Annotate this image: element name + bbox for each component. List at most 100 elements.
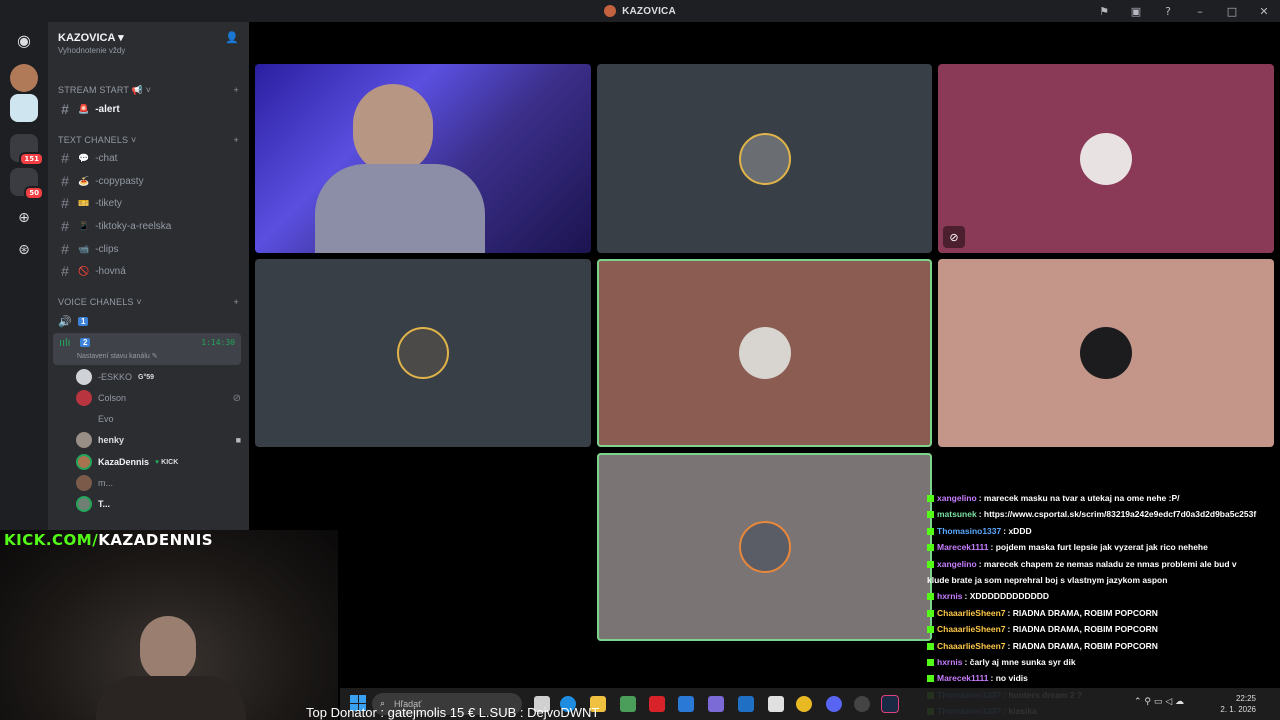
kick-badge-icon [927, 609, 934, 617]
mail-icon[interactable] [738, 696, 754, 712]
voice-channel-1[interactable]: 🔊 1 [53, 311, 241, 331]
voice-timer: 1:14:30 [201, 338, 235, 347]
voice-user-name: T... [98, 499, 111, 509]
hash-icon: # [61, 195, 69, 211]
voice-user-name: KazaDennis [98, 457, 150, 467]
channel-label: -tiktoky-a-reelska [95, 220, 172, 232]
video-tile-user[interactable] [938, 259, 1274, 447]
chat-username: Thomasino1337 [937, 525, 1002, 536]
office-icon[interactable] [708, 696, 724, 712]
channel-chat[interactable]: # 💬 -chat [53, 148, 241, 168]
channel-label: -hovná [95, 265, 126, 277]
chat-message: ChaaarlieSheen7: RIADNA DRAMA, ROBIM POP… [927, 605, 1280, 621]
channel-alert[interactable]: # 🚨 -alert [53, 99, 241, 119]
server-folder-2[interactable]: 50 [10, 168, 44, 200]
channel-clips[interactable]: # 📹 -clips [53, 239, 241, 259]
minimize-button[interactable]: – [1184, 5, 1216, 18]
video-tile-user-speaking[interactable] [597, 453, 932, 641]
add-channel-icon[interactable]: + [234, 135, 239, 145]
chrome-icon[interactable] [796, 696, 812, 712]
video-tile-user[interactable] [597, 64, 932, 253]
channel-tiktoky[interactable]: # 📱 -tiktoky-a-reelska [53, 216, 241, 236]
category-voice[interactable]: VOICE CHANELS ˅ + [58, 297, 239, 307]
voice-user-6[interactable]: T... [76, 494, 241, 514]
close-button[interactable]: ✕ [1248, 5, 1280, 18]
category-stream-start[interactable]: STREAM START 📢 ˅ + [58, 85, 239, 96]
hash-icon: # [61, 101, 69, 117]
chat-username: hxrnis [937, 591, 963, 602]
video-tile-user-speaking[interactable] [597, 259, 932, 447]
chat-message: matsunek: https://www.csportal.sk/scrim/… [927, 506, 1280, 522]
channel-sidebar: KAZOVICA ▾ 👤 Vyhodnotenie vždy STREAM ST… [48, 22, 249, 530]
discord-home-icon[interactable]: ◉ [10, 26, 38, 54]
kick-badge-icon [927, 511, 934, 519]
kick-badge-icon [927, 675, 934, 683]
channel-status-text: Nastavení stavu kanálu [77, 353, 150, 360]
server-rail: ◉ 151 50 ⊕ ⊛ [0, 22, 48, 530]
kick-badge-icon [927, 560, 934, 568]
voice-user-5[interactable]: m... [76, 473, 241, 493]
taskbar-clock[interactable]: 22:25 2. 1. 2026 [1220, 693, 1256, 715]
voice-channel-2[interactable]: ıılı 2 1:14:30 Nastavení stavu kanálu ✎ [53, 333, 241, 365]
chat-text: RIADNA DRAMA, ROBIM POPCORN [1012, 640, 1158, 651]
discord-icon[interactable] [826, 696, 842, 712]
speaker-icon: 🔊 [58, 315, 72, 328]
tray-icons[interactable]: ⌃ ⚲ ▭ ◁ ☁ [1134, 697, 1184, 707]
maximize-button[interactable]: □ [1216, 5, 1248, 18]
inbox-icon[interactable]: ⚑ [1088, 5, 1120, 18]
category-text[interactable]: TEXT CHANELS ˅ + [58, 135, 239, 145]
chat-message: Thomasino1337: xDDD [927, 523, 1280, 539]
title-bar: KAZOVICA ⚑ ▣ ? – □ ✕ [0, 0, 1280, 22]
server-avatar-1[interactable] [10, 64, 38, 92]
app-l-icon[interactable] [649, 696, 665, 712]
video-tile-user[interactable]: ⊘ [938, 64, 1274, 253]
channel-label: -tikety [95, 197, 122, 209]
video-tile-user[interactable] [255, 259, 591, 447]
chat-message: xangelino: marecek chapem ze nemas nalad… [927, 556, 1280, 572]
store-icon[interactable] [620, 696, 636, 712]
server-avatar-kazovica[interactable] [10, 94, 38, 122]
avatar [76, 390, 92, 406]
help-icon[interactable]: ? [1152, 5, 1184, 18]
chat-text: no vidis [995, 673, 1028, 684]
server-name: KAZOVICA ▾ [58, 31, 124, 44]
voice-user-0[interactable]: -ESKKO G°59 [76, 367, 241, 387]
obs-icon[interactable] [854, 696, 870, 712]
cut-off-channel[interactable]: Vyhodnotenie vždy [53, 44, 241, 56]
channel-copypasty[interactable]: # 🍝 -copypasty [53, 171, 241, 191]
participant-avatar [738, 521, 791, 573]
video-tile-camera[interactable] [255, 64, 591, 253]
chat-username: xangelino [937, 558, 977, 569]
top-donator-ticker: Top Donator : gatejmolis 15 € L.SUB : De… [306, 705, 600, 720]
camera-icon: 📹 [78, 243, 90, 254]
chat-username: matsunek [937, 509, 977, 520]
ticket-icon: 🎫 [78, 197, 90, 208]
chat-message: Marecek1111: pojdem maska furt lepsie ja… [927, 539, 1280, 555]
voice-user-2[interactable]: Evo [76, 409, 241, 429]
facecam-face [140, 616, 196, 682]
add-server-icon[interactable]: ⊕ [10, 204, 38, 232]
channel-label: -copypasty [95, 175, 144, 187]
screen-share-icon[interactable]: ▣ [1120, 5, 1152, 18]
chat-text: pojdem maska furt lepsie jak vyzerat jak… [995, 542, 1208, 553]
channel-hovna[interactable]: # 🚫 -hovná [53, 261, 241, 281]
notepad-icon[interactable] [768, 696, 784, 712]
invite-icon[interactable]: 👤 [225, 31, 239, 44]
add-channel-icon[interactable]: + [234, 297, 239, 307]
speech-bubble-icon: 💬 [78, 152, 90, 163]
hash-icon: # [61, 150, 69, 166]
explore-icon[interactable]: ⊛ [10, 236, 38, 264]
server-folder-1[interactable]: 151 [10, 134, 44, 166]
voice-user-4[interactable]: KazaDennis ♥ KICK [76, 452, 241, 472]
voice-user-1[interactable]: Colson ⊘ [76, 388, 241, 408]
azure-icon[interactable] [678, 696, 694, 712]
chat-text: xDDD [1008, 525, 1032, 536]
add-channel-icon[interactable]: + [234, 85, 239, 96]
channel-tikety[interactable]: # 🎫 -tikety [53, 193, 241, 213]
cut-off-channel-label: Vyhodnotenie vždy [58, 45, 126, 55]
steam-icon[interactable] [881, 695, 899, 713]
channel-status[interactable]: Nastavení stavu kanálu ✎ [77, 352, 158, 360]
streamer-hoodie [315, 164, 485, 253]
voice-user-3[interactable]: henky ■ [76, 430, 241, 450]
clock-date: 2. 1. 2026 [1220, 705, 1256, 714]
